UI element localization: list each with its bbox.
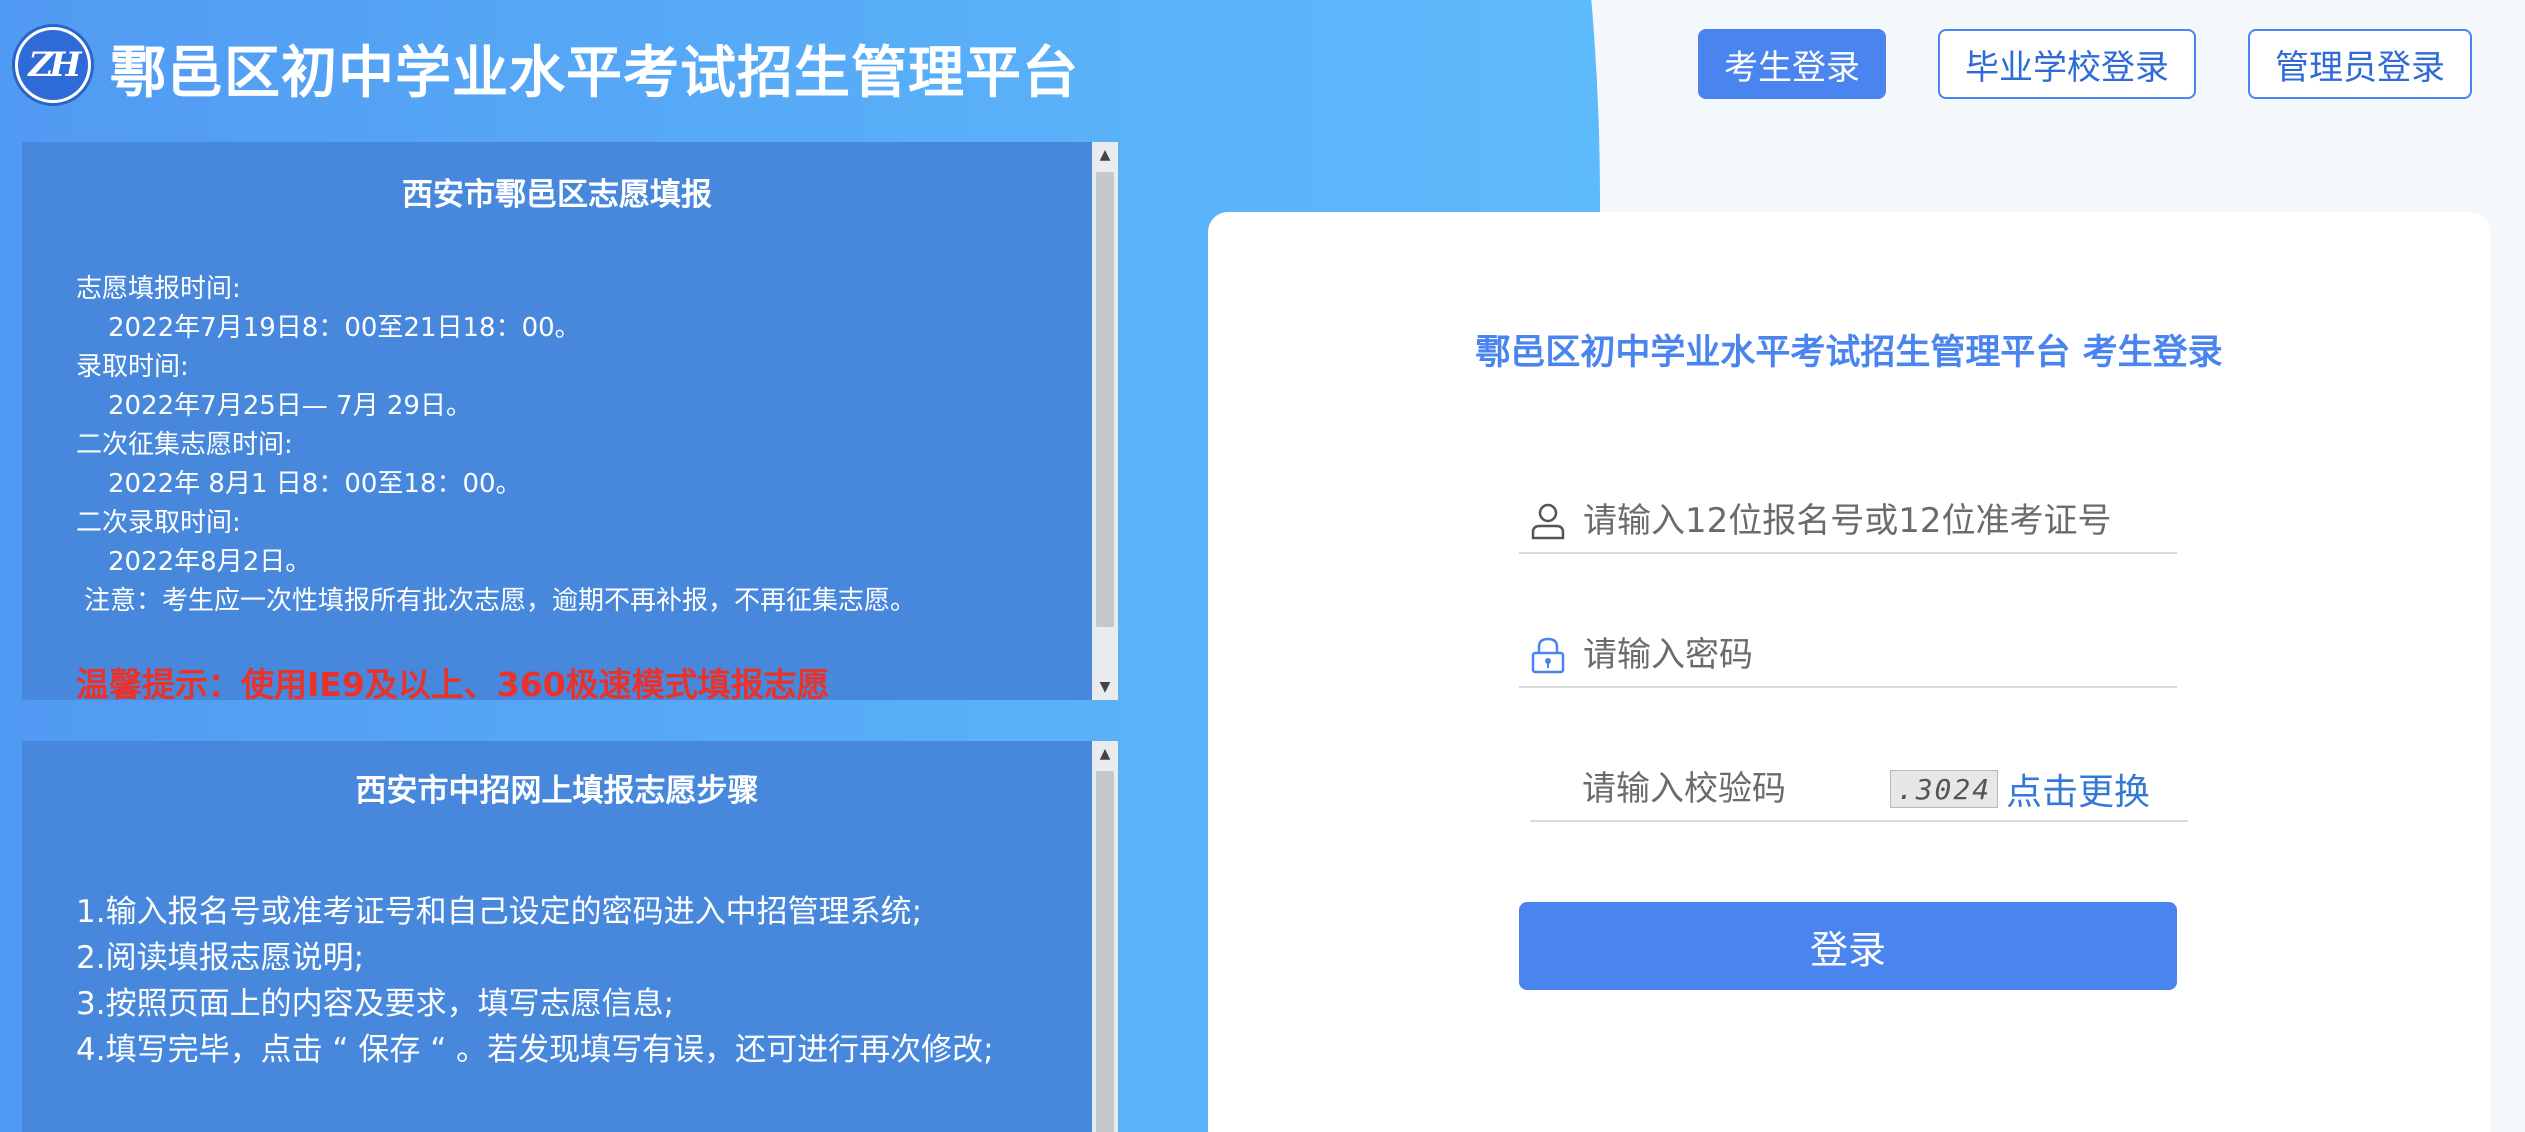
admin-login-button[interactable]: 管理员登录 xyxy=(2248,29,2472,99)
scroll-up-icon[interactable]: ▲ xyxy=(1092,142,1118,168)
captcha-image[interactable]: .3024 xyxy=(1890,770,1998,808)
scroll-thumb[interactable] xyxy=(1096,172,1114,627)
step-item: 3.按照页面上的内容及要求，填写志愿信息; xyxy=(76,986,675,1022)
application-steps-panel: 西安市中招网上填报志愿步骤 1.输入报名号或准考证号和自己设定的密码进入中招管理… xyxy=(22,741,1118,1132)
schedule-value: 2022年 8月1 日8：00至18：00。 xyxy=(108,469,522,499)
header: ZH 鄠邑区初中学业水平考试招生管理平台 考生登录 毕业学校登录 管理员登录 xyxy=(0,0,2525,135)
student-login-button[interactable]: 考生登录 xyxy=(1698,29,1886,99)
login-title: 鄠邑区初中学业水平考试招生管理平台 考生登录 xyxy=(1475,333,2223,373)
login-card: 鄠邑区初中学业水平考试招生管理平台 考生登录 .3024 点击更换 登录 xyxy=(1208,212,2490,1132)
schedule-value: 2022年7月25日— 7月 29日。 xyxy=(108,391,472,421)
schedule-label: 录取时间: xyxy=(76,352,189,382)
site-title: 鄠邑区初中学业水平考试招生管理平台 xyxy=(110,41,1079,106)
step-item: 4.填写完毕，点击 “ 保存 “ 。若发现填写有误，还可进行再次修改; xyxy=(76,1032,994,1068)
password-input[interactable] xyxy=(1583,627,2143,683)
lock-icon xyxy=(1527,634,1569,676)
scrollbar[interactable]: ▲ ▼ xyxy=(1092,142,1118,700)
scroll-up-icon[interactable]: ▲ xyxy=(1092,741,1118,767)
password-field xyxy=(1519,624,2177,688)
scrollbar[interactable]: ▲ xyxy=(1092,741,1118,1132)
username-field xyxy=(1519,490,2177,554)
schedule-value: 2022年8月2日。 xyxy=(108,547,312,577)
browser-warning: 温馨提示：使用IE9及以上、360极速模式填报志愿 xyxy=(76,665,830,700)
refresh-captcha-link[interactable]: 点击更换 xyxy=(2006,763,2150,815)
schedule-label: 二次征集志愿时间: xyxy=(76,430,293,460)
user-icon xyxy=(1527,500,1569,542)
steps-list: 1.输入报名号或准考证号和自己设定的密码进入中招管理系统; 2.阅读填报志愿说明… xyxy=(76,889,1036,1073)
username-input[interactable] xyxy=(1583,493,2143,549)
panel-title: 西安市中招网上填报志愿步骤 xyxy=(355,773,759,809)
scroll-thumb[interactable] xyxy=(1096,771,1114,1132)
schedule-label: 二次录取时间: xyxy=(76,508,241,538)
captcha-input[interactable] xyxy=(1582,761,1882,817)
schedule-value: 2022年7月19日8：00至21日18：00。 xyxy=(108,313,581,343)
application-notice-panel: 西安市鄠邑区志愿填报 志愿填报时间: 2022年7月19日8：00至21日18：… xyxy=(22,142,1118,700)
scroll-down-icon[interactable]: ▼ xyxy=(1092,674,1118,700)
panel-title: 西安市鄠邑区志愿填报 xyxy=(402,177,712,213)
schedule-label: 志愿填报时间: xyxy=(76,274,241,304)
schedule-list: 志愿填报时间: 2022年7月19日8：00至21日18：00。 录取时间: 2… xyxy=(76,270,916,621)
captcha-field: .3024 点击更换 xyxy=(1530,758,2188,822)
school-login-button[interactable]: 毕业学校登录 xyxy=(1938,29,2196,99)
logo-mark: ZH xyxy=(18,30,88,100)
login-button[interactable]: 登录 xyxy=(1519,902,2177,990)
notice-text: 注意：考生应一次性填报所有批次志愿，逾期不再补报，不再征集志愿。 xyxy=(84,586,917,616)
site-logo: ZH xyxy=(12,24,94,106)
step-item: 2.阅读填报志愿说明; xyxy=(76,940,365,976)
step-item: 1.输入报名号或准考证号和自己设定的密码进入中招管理系统; xyxy=(76,894,923,930)
